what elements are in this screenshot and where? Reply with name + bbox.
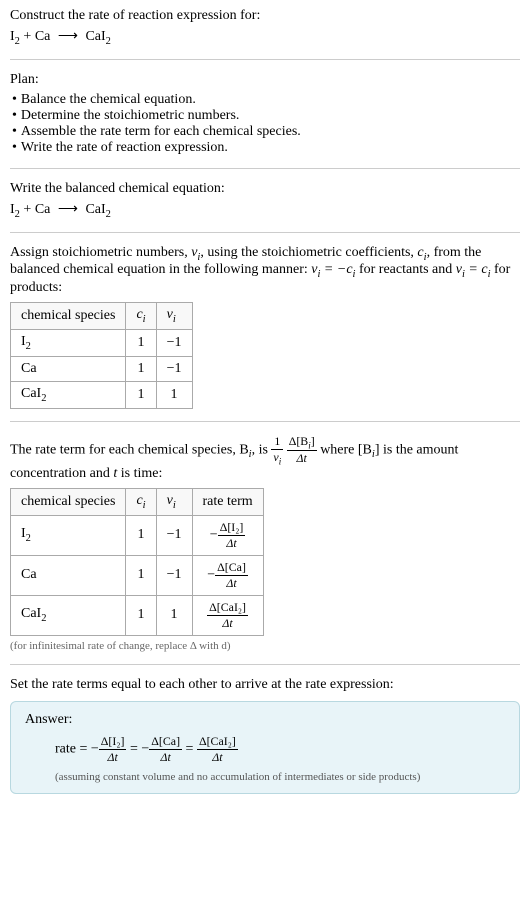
cell-nui: −1 [156,555,192,595]
prompt-section: Construct the rate of reaction expressio… [10,8,520,60]
arrow-icon: ⟶ [58,202,78,217]
cell-ci: 1 [126,595,156,635]
equals: = [182,741,197,756]
header-rate: rate term [192,488,263,515]
plan-section: Plan: • Balance the chemical equation. • D… [10,72,520,169]
cell-species: I2 [11,515,126,555]
text: where [B [317,442,372,457]
text: is time: [117,466,162,481]
answer-note: (assuming constant volume and no accumul… [25,771,505,783]
cell-species: Ca [11,356,126,381]
text: , is [252,442,272,457]
table-header-row: chemical species ci νi rate term [11,488,264,515]
header-nui: νi [156,488,192,515]
table-row: CaI2 1 1 [11,381,193,408]
cell-rate: Δ[CaI₂]Δt [192,595,263,635]
frac3: Δ[CaI₂]Δt [197,734,238,765]
cell-nui: −1 [156,356,192,381]
balanced-title: Write the balanced chemical equation: [10,181,520,197]
plan-text: Assemble the rate term for each chemical… [21,124,301,139]
cell-ci: 1 [126,356,156,381]
cell-ci: 1 [126,515,156,555]
frac-delta-b: Δ[Bi]Δt [287,434,317,466]
neg: − [91,741,99,756]
text: , using the stoichiometric coefficients, [200,245,417,260]
table-row: I2 1 −1 [11,329,193,356]
final-title: Set the rate terms equal to each other t… [10,677,520,693]
neg: − [141,741,149,756]
prompt-equation: I2 + Ca ⟶ CaI2 [10,28,520,47]
frac2: Δ[Ca]Δt [149,734,182,765]
table-row: I2 1 −1 −Δ[I₂]Δt [11,515,264,555]
bullet-icon: • [12,92,17,107]
header-species: chemical species [11,303,126,330]
plan-list: • Balance the chemical equation. • Determi… [10,92,520,156]
bullet-icon: • [12,124,17,139]
cell-nui: 1 [156,595,192,635]
cell-ci: 1 [126,329,156,356]
cell-species: CaI2 [11,381,126,408]
header-ci: ci [126,303,156,330]
rateterm-table: chemical species ci νi rate term I2 1 −1… [10,488,264,636]
balanced-section: Write the balanced chemical equation: I2… [10,181,520,233]
cell-ci: 1 [126,381,156,408]
answer-box: Answer: rate = −Δ[I₂]Δt = −Δ[Ca]Δt = Δ[C… [10,701,520,794]
plan-item: • Determine the stoichiometric numbers. [10,108,520,124]
rate-label: rate = [55,741,91,756]
bullet-icon: • [12,108,17,123]
equals: = [126,741,141,756]
arrow-icon: ⟶ [58,29,78,44]
c-var: ci [417,245,426,260]
plan-item: • Write the rate of reaction expression. [10,140,520,156]
answer-title: Answer: [25,712,505,728]
answer-expression: rate = −Δ[I₂]Δt = −Δ[Ca]Δt = Δ[CaI₂]Δt [25,734,505,765]
eq1: νi = −ci [311,262,355,277]
header-ci: ci [126,488,156,515]
stoich-table: chemical species ci νi I2 1 −1 Ca 1 −1 C… [10,302,193,408]
rateterm-section: The rate term for each chemical species,… [10,434,520,665]
cell-nui: 1 [156,381,192,408]
cell-nui: −1 [156,515,192,555]
cell-ci: 1 [126,555,156,595]
plan-item: • Balance the chemical equation. [10,92,520,108]
products: CaI2 [85,202,110,217]
reactants: I2 + Ca [10,29,50,44]
balanced-equation: I2 + Ca ⟶ CaI2 [10,201,520,220]
table-row: Ca 1 −1 −Δ[Ca]Δt [11,555,264,595]
prompt-title: Construct the rate of reaction expressio… [10,8,520,24]
plan-title: Plan: [10,72,520,88]
cell-nui: −1 [156,329,192,356]
stoich-intro: Assign stoichiometric numbers, νi, using… [10,245,520,297]
products: CaI2 [85,29,110,44]
cell-species: I2 [11,329,126,356]
plan-item: • Assemble the rate term for each chemica… [10,124,520,140]
cell-rate: −Δ[I₂]Δt [192,515,263,555]
stoich-section: Assign stoichiometric numbers, νi, using… [10,245,520,422]
rateterm-intro: The rate term for each chemical species,… [10,434,520,482]
plan-text: Balance the chemical equation. [21,92,196,107]
cell-species: CaI2 [11,595,126,635]
final-section: Set the rate terms equal to each other t… [10,677,520,794]
text: for reactants and [355,262,455,277]
cell-species: Ca [11,555,126,595]
text: Assign stoichiometric numbers, [10,245,191,260]
table-row: Ca 1 −1 [11,356,193,381]
bullet-icon: • [12,140,17,155]
frac-one-over-nu: 1νi [271,434,283,466]
table-header-row: chemical species ci νi [11,303,193,330]
header-species: chemical species [11,488,126,515]
rateterm-note: (for infinitesimal rate of change, repla… [10,640,520,652]
table-row: CaI2 1 1 Δ[CaI₂]Δt [11,595,264,635]
eq2: νi = ci [456,262,491,277]
plan-text: Determine the stoichiometric numbers. [21,108,240,123]
reactants: I2 + Ca [10,202,50,217]
text: The rate term for each chemical species,… [10,442,249,457]
plan-text: Write the rate of reaction expression. [21,140,228,155]
frac1: Δ[I₂]Δt [99,734,127,765]
header-nui: νi [156,303,192,330]
nu-var: νi [191,245,200,260]
cell-rate: −Δ[Ca]Δt [192,555,263,595]
